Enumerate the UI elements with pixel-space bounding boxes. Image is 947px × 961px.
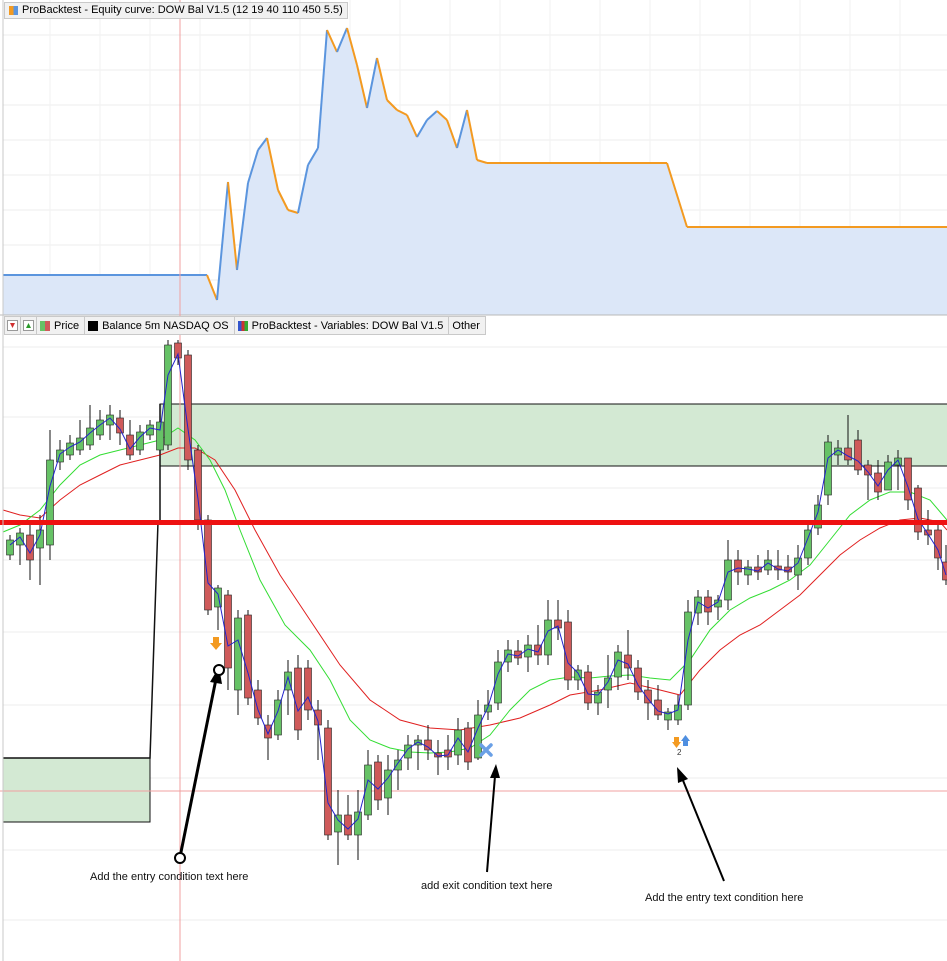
black-square-icon <box>88 320 99 331</box>
candle[interactable] <box>664 708 672 730</box>
equity-curve-icon <box>9 6 18 15</box>
candle[interactable] <box>344 795 352 840</box>
collapse-panel-button[interactable] <box>5 317 21 334</box>
candle[interactable] <box>394 750 402 790</box>
candle[interactable] <box>384 755 392 815</box>
annotation-entry-condition-2[interactable]: Add the entry text condition here <box>645 892 803 904</box>
candle[interactable] <box>614 645 622 690</box>
legend-label-price: Price <box>54 319 80 332</box>
candle[interactable] <box>364 750 372 820</box>
red-down-arrow-icon <box>7 320 18 331</box>
candle[interactable] <box>116 410 124 445</box>
exit-and-reverse-marker[interactable] <box>672 735 690 748</box>
candle[interactable] <box>784 555 792 580</box>
chart-canvas[interactable]: 2 <box>0 0 947 961</box>
candle[interactable] <box>544 600 552 665</box>
candle[interactable] <box>694 590 702 625</box>
candle[interactable] <box>76 420 84 455</box>
key-level-line[interactable] <box>0 520 947 525</box>
equity-area-fill <box>3 28 947 315</box>
candle[interactable] <box>244 610 252 705</box>
candle[interactable] <box>524 635 532 672</box>
legend-label-other: Other <box>452 319 480 332</box>
mid-moving-average <box>2 427 947 754</box>
candle[interactable] <box>584 665 592 710</box>
candle[interactable] <box>36 515 44 585</box>
candle[interactable] <box>754 555 762 580</box>
annotation-arrow-entry2 <box>677 767 725 882</box>
candle[interactable] <box>794 545 802 590</box>
candle[interactable] <box>314 700 322 760</box>
exit-marker-cross[interactable] <box>479 743 493 757</box>
annotation-exit-condition[interactable]: add exit condition text here <box>421 880 552 892</box>
legend-label-variables: ProBacktest - Variables: DOW Bal V1.5 <box>251 319 444 332</box>
entry-marker-short[interactable] <box>210 637 222 650</box>
expand-panel-button[interactable] <box>21 317 37 334</box>
candle[interactable] <box>934 525 942 570</box>
candle[interactable] <box>514 640 522 665</box>
legend-item-price[interactable]: Price <box>37 317 86 334</box>
candle[interactable] <box>644 680 652 720</box>
variables-icon <box>237 320 248 331</box>
candle[interactable] <box>904 457 912 510</box>
candle[interactable] <box>424 725 432 760</box>
candle[interactable] <box>864 460 872 500</box>
candle[interactable] <box>334 790 342 865</box>
balance-zone-lower <box>2 757 151 823</box>
legend-item-balance[interactable]: Balance 5m NASDAQ OS <box>85 317 235 334</box>
candle[interactable] <box>224 590 232 690</box>
indicator-legend-bar: Price Balance 5m NASDAQ OS ProBacktest -… <box>4 316 486 335</box>
annotation-entry-condition[interactable]: Add the entry condition text here <box>90 871 248 883</box>
candle[interactable] <box>294 655 302 740</box>
candle[interactable] <box>264 715 272 760</box>
candle[interactable] <box>46 430 54 560</box>
candle[interactable] <box>86 405 94 450</box>
candle[interactable] <box>774 550 782 580</box>
candle[interactable] <box>564 610 572 690</box>
price-icon <box>40 320 50 331</box>
legend-label-balance: Balance 5m NASDAQ OS <box>102 319 229 332</box>
candle[interactable] <box>924 510 932 545</box>
candle[interactable] <box>284 660 292 715</box>
candle[interactable] <box>304 660 312 720</box>
candle[interactable] <box>6 535 14 560</box>
candle[interactable] <box>106 405 114 440</box>
exit-count-label: 2 <box>677 748 682 757</box>
candle[interactable] <box>724 540 732 610</box>
candle[interactable] <box>624 630 632 680</box>
slow-moving-average <box>2 447 947 731</box>
annotation-arrow-exit <box>486 764 500 873</box>
candle[interactable] <box>444 735 452 770</box>
candle[interactable] <box>484 690 492 720</box>
candle[interactable] <box>374 755 382 810</box>
candle[interactable] <box>714 595 722 620</box>
candle[interactable] <box>494 650 502 710</box>
candle[interactable] <box>474 700 482 760</box>
candle[interactable] <box>126 420 134 460</box>
candle[interactable] <box>534 625 542 665</box>
legend-item-variables[interactable]: ProBacktest - Variables: DOW Bal V1.5 <box>235 317 450 334</box>
candle[interactable] <box>16 528 24 565</box>
equity-panel-title[interactable]: ProBacktest - Equity curve: DOW Bal V1.5… <box>4 2 348 19</box>
legend-item-other[interactable]: Other <box>449 317 485 334</box>
candle[interactable] <box>274 690 282 740</box>
annotation-arrow-entry1 <box>174 664 225 864</box>
equity-title-text: ProBacktest - Equity curve: DOW Bal V1.5… <box>22 4 343 16</box>
candle[interactable] <box>744 560 752 585</box>
candle[interactable] <box>234 610 242 715</box>
candle[interactable] <box>434 740 442 775</box>
candle[interactable] <box>504 640 512 672</box>
green-up-arrow-icon <box>23 320 34 331</box>
